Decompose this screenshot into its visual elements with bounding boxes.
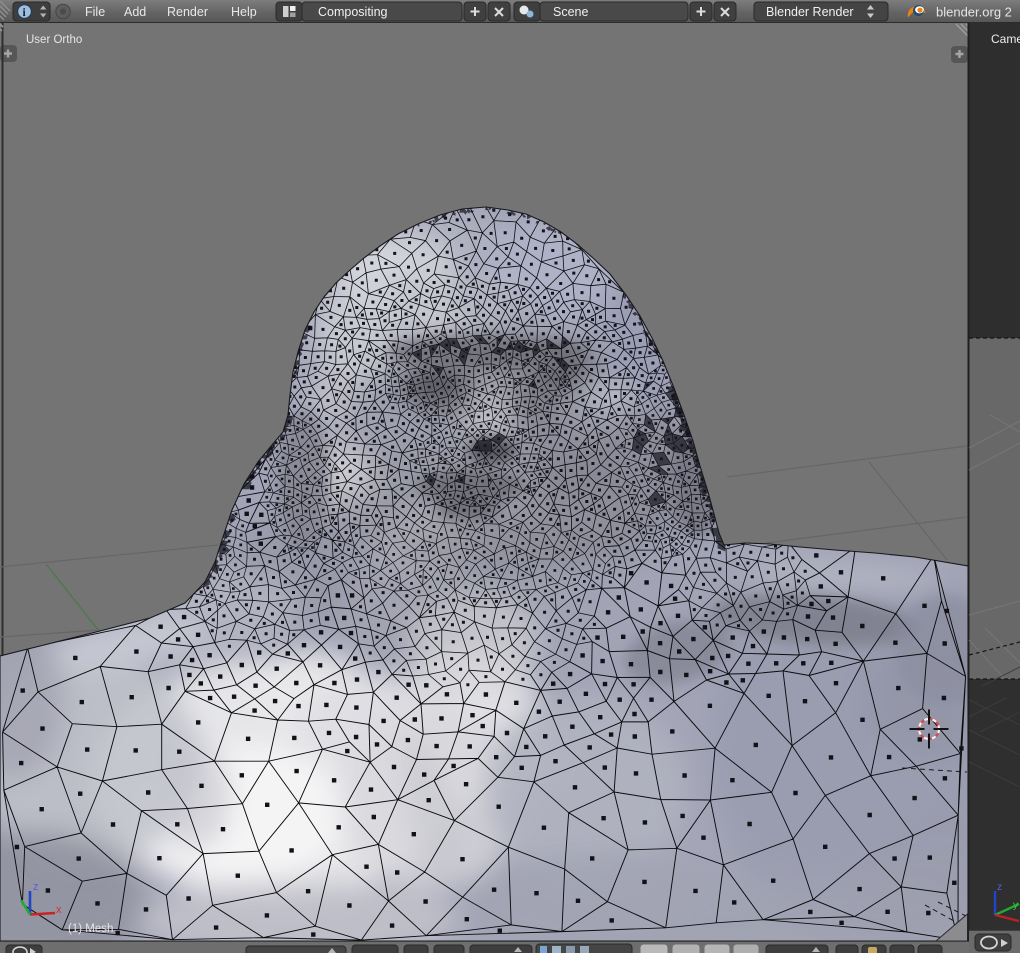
svg-text:(1) Mesh: (1) Mesh [68, 923, 113, 935]
svg-text:blender.org 2: blender.org 2 [936, 5, 1012, 20]
svg-text:Render: Render [167, 5, 208, 19]
svg-text:Help: Help [231, 5, 257, 19]
svg-text:User Ortho: User Ortho [26, 34, 82, 46]
svg-text:y: y [1013, 900, 1018, 911]
svg-text:Blender Render: Blender Render [766, 5, 854, 19]
svg-text:Compositing: Compositing [318, 5, 388, 19]
svg-text:x: x [56, 904, 62, 916]
svg-text:z: z [33, 881, 39, 893]
svg-text:z: z [997, 882, 1002, 893]
svg-text:Add: Add [124, 5, 146, 19]
svg-text:Came: Came [991, 32, 1020, 46]
svg-text:Scene: Scene [553, 5, 588, 19]
svg-text:File: File [85, 5, 105, 19]
